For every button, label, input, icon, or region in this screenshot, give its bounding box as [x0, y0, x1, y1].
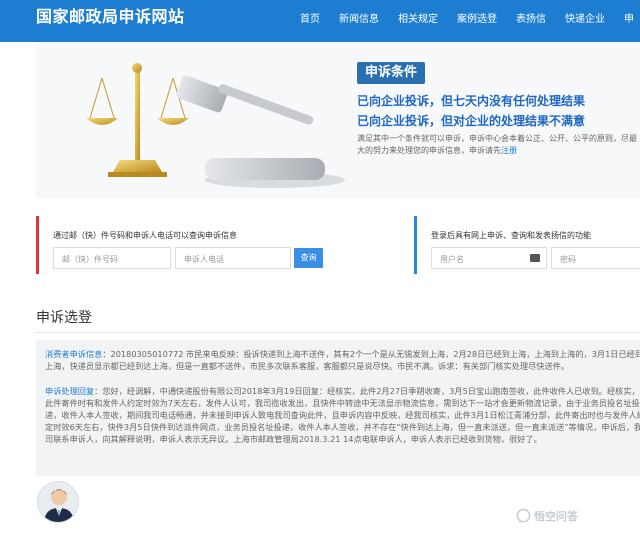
speech-bubble-icon: [516, 508, 531, 523]
top-header: 国家邮政局申诉网站 首页 新闻信息 相关规定 案例选登 表扬信 快递企业 申: [0, 0, 640, 42]
complaint-conditions-badge: 申诉条件: [357, 62, 426, 84]
nav-item-praise[interactable]: 表扬信: [516, 12, 546, 28]
login-panel-title: 登录后具有网上申诉、查询和发表扬信的功能: [431, 231, 591, 240]
username-input[interactable]: 用户名: [431, 247, 547, 269]
password-input[interactable]: 密码: [551, 247, 640, 269]
nav-item-news[interactable]: 新闻信息: [339, 12, 379, 28]
hero-banner: 申诉条件 已向企业投诉，但七天内没有任何处理结果 已向企业投诉，但对企业的处理结…: [36, 42, 640, 198]
person-icon: [44, 489, 74, 522]
condition-description: 满足其中一个条件就可以申诉，申诉中心会本着公正、公开、公平的原则，尽最大的努力来…: [357, 134, 637, 155]
consumer-complaint-label[interactable]: 消费者申诉信息: [45, 349, 102, 359]
complaint-reply-label[interactable]: 申诉处理回复: [45, 386, 94, 396]
justice-scale-gavel-icon: [86, 63, 345, 188]
main-nav: 首页 新闻信息 相关规定 案例选登 表扬信 快递企业 申: [300, 12, 640, 28]
condition-line-2: 已向企业投诉，但对企业的处理结果不满意: [357, 114, 586, 128]
nav-item-cases[interactable]: 案例选登: [457, 12, 497, 28]
complaint-reply-message: 申诉处理回复：您好，经调解，中通快递股份有限公司2018年3月19日回复：经核实…: [45, 386, 640, 444]
query-button[interactable]: 查询: [294, 248, 323, 268]
condition-line-1: 已向企业投诉，但七天内没有任何处理结果: [357, 94, 586, 108]
query-panel: 通过邮（快）件号码和申诉人电话可以查询申诉信息 邮（快）件号码 申诉人电话 查询: [36, 216, 384, 274]
consumer-complaint-message: 消费者申诉信息：20180305010772 市民来电反映：投诉快递到上海不送件…: [45, 349, 640, 371]
complainant-phone-input[interactable]: 申诉人电话: [175, 247, 291, 269]
nav-item-couriers[interactable]: 快递企业: [565, 12, 605, 28]
nav-item-more[interactable]: 申: [624, 12, 634, 28]
nav-item-home[interactable]: 首页: [300, 12, 320, 28]
register-link[interactable]: 注册: [501, 146, 517, 155]
case-panel: 消费者申诉信息：20180305010772 市民来电反映：投诉快递到上海不送件…: [36, 340, 640, 476]
user-card-icon: [530, 254, 540, 262]
section-divider: [36, 332, 640, 333]
tracking-number-input[interactable]: 邮（快）件号码: [53, 247, 171, 269]
section-title: 申诉选登: [36, 310, 92, 326]
watermark-text: 悟空问答: [534, 510, 578, 523]
nav-item-regulations[interactable]: 相关规定: [398, 12, 438, 28]
site-title[interactable]: 国家邮政局申诉网站: [36, 3, 185, 27]
login-panel: 登录后具有网上申诉、查询和发表扬信的功能 用户名 密码: [414, 216, 640, 274]
watermark: 悟空问答: [516, 508, 578, 524]
query-panel-title: 通过邮（快）件号码和申诉人电话可以查询申诉信息: [53, 231, 237, 240]
user-avatar[interactable]: [37, 481, 79, 523]
